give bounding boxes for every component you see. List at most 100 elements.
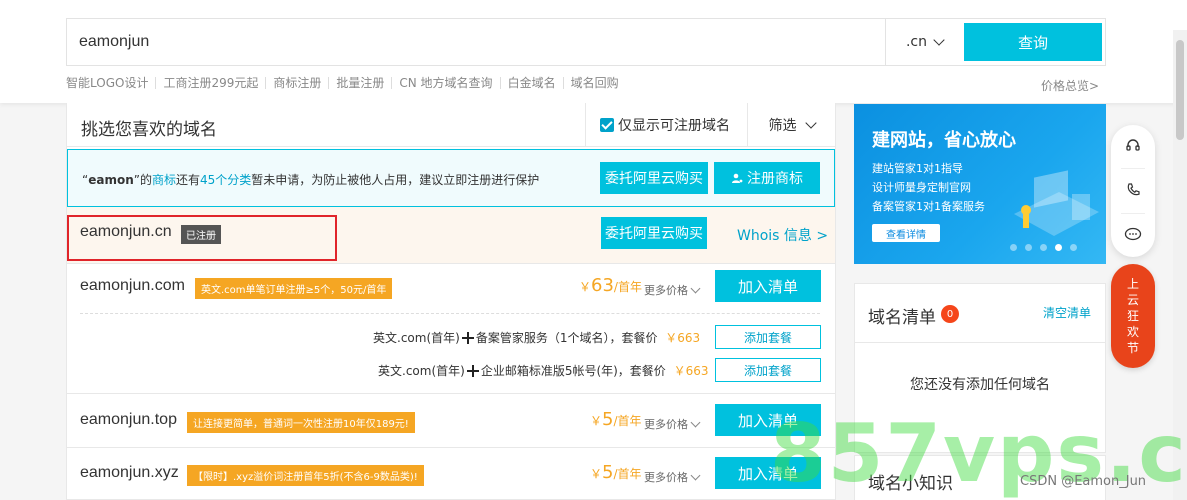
currency: ￥: [590, 414, 603, 428]
whois-link[interactable]: Whois 信息 >: [737, 225, 828, 245]
package-product: 英文.com(首年): [378, 364, 465, 378]
quick-link-logo[interactable]: 智能LOGO设计: [66, 77, 155, 89]
notice-text: “eamon”的商标还有45个分类暂未申请，为防止被他人占用，建议立即注册进行保…: [82, 171, 539, 188]
banner-line: 设计师量身定制官网: [872, 181, 971, 194]
price-value: 5: [602, 409, 614, 430]
package-desc: 企业邮箱标准版5帐号(年)，套餐价: [480, 364, 666, 378]
carousel-dot-active[interactable]: [1055, 244, 1062, 251]
clear-cart-link[interactable]: 清空清单: [1043, 304, 1091, 321]
package-desc: 备案管家服务（1个域名），套餐价: [475, 331, 658, 345]
row-divider: [67, 263, 835, 264]
currency: ￥: [579, 280, 592, 294]
notice-tail: 暂未申请，为防止被他人占用，建议立即注册进行保护: [251, 173, 540, 187]
results-title: 挑选您喜欢的域名: [81, 120, 217, 140]
add-package-button[interactable]: 添加套餐: [715, 358, 821, 382]
quick-link-buyback[interactable]: 域名回购: [562, 77, 626, 89]
register-trademark-button[interactable]: 注册商标: [714, 162, 820, 194]
chevron-down-icon: [690, 417, 701, 427]
available-only-label: 仅显示可注册域名: [618, 118, 730, 134]
quick-link-trademark[interactable]: 商标注册: [265, 77, 328, 89]
quick-link-business[interactable]: 工商注册299元起: [155, 77, 265, 89]
scrollbar-thumb[interactable]: [1176, 40, 1184, 140]
price: ￥63/首年: [579, 275, 642, 296]
more-price-toggle[interactable]: 更多价格: [644, 416, 701, 432]
quick-link-batch[interactable]: 批量注册: [328, 77, 391, 89]
notice-categories-link[interactable]: 45个分类: [200, 173, 251, 187]
chevron-down-icon: [933, 34, 945, 46]
promo-tag: 【限时】.xyz溢价词注册首年5折(不含6-9数品类)!: [187, 465, 424, 486]
banner-line: 建站管家1对1指导: [872, 162, 963, 175]
available-only-filter[interactable]: 仅显示可注册域名: [585, 103, 745, 147]
phone-button[interactable]: [1118, 175, 1148, 205]
chevron-down-icon: [690, 470, 701, 480]
quick-link-platinum[interactable]: 白金域名: [499, 77, 563, 89]
price-unit: /首年: [613, 467, 642, 481]
price-value: 63: [591, 275, 614, 296]
promo-tag: 英文.com单笔订单注册≥5个，50元/首年: [195, 278, 393, 299]
promo-char: 上: [1126, 277, 1139, 291]
carousel-dot[interactable]: [1040, 244, 1047, 251]
user-icon: [732, 173, 743, 183]
add-package-button[interactable]: 添加套餐: [715, 325, 821, 349]
checkbox-checked-icon[interactable]: [600, 118, 614, 132]
notice-keyword: eamon: [88, 173, 134, 187]
filter-label: 筛选: [768, 118, 797, 134]
domain-name: eamonjun.xyz: [80, 464, 179, 481]
banner-line: 备案管家1对1备案服务: [872, 200, 985, 213]
phone-icon: [1127, 183, 1140, 196]
currency: ￥: [590, 467, 603, 481]
package-product: 英文.com(首年): [373, 331, 460, 345]
search-input[interactable]: [79, 29, 869, 55]
domain-name: eamonjun.cn: [80, 223, 172, 240]
top-search-area: .cn 查询 智能LOGO设计 工商注册299元起 商标注册 批量注册 CN 地…: [0, 0, 1187, 103]
add-to-list-button[interactable]: 加入清单: [715, 270, 821, 302]
tool-separator: [1121, 168, 1145, 169]
quick-link-cn-local[interactable]: CN 地方域名查询: [391, 77, 499, 89]
more-price-label: 更多价格: [644, 284, 688, 297]
query-button[interactable]: 查询: [964, 23, 1102, 61]
suffix-value: .cn: [905, 34, 928, 50]
price-unit: /首年: [613, 280, 642, 294]
plus-icon: [466, 364, 479, 377]
promo-banner[interactable]: 建网站，省心放心 建站管家1对1指导 设计师量身定制官网 备案管家1对1备案服务…: [854, 104, 1106, 264]
more-price-toggle[interactable]: 更多价格: [644, 469, 701, 485]
server-illustration-icon: [1014, 170, 1099, 236]
price-unit: /首年: [613, 414, 642, 428]
carousel-dot[interactable]: [1070, 244, 1077, 251]
floating-toolbar: [1111, 125, 1155, 257]
package-offer: 英文.com(首年) 企业邮箱标准版5帐号(年)，套餐价 ￥663: [378, 362, 709, 379]
entrust-buy-button[interactable]: 委托阿里云购买: [600, 162, 708, 194]
registered-badge: 已注册: [181, 225, 221, 244]
filter-dropdown[interactable]: 筛选: [747, 103, 835, 147]
package-offer: 英文.com(首年) 备案管家服务（1个域名），套餐价 ￥663: [373, 329, 700, 346]
customer-service-button[interactable]: [1118, 131, 1148, 161]
suffix-select[interactable]: .cn: [885, 19, 963, 65]
more-price-label: 更多价格: [644, 471, 688, 484]
headset-icon: [1126, 139, 1140, 151]
carousel-dot[interactable]: [1010, 244, 1017, 251]
csdn-attribution: CSDN @Eamon_Jun: [1020, 474, 1147, 489]
cloud-festival-promo[interactable]: 上 云 狂 欢 节: [1111, 264, 1155, 368]
banner-details-button[interactable]: 查看详情: [872, 224, 940, 242]
promo-char: 云: [1126, 293, 1139, 307]
entrust-buy-button[interactable]: 委托阿里云购买: [601, 217, 707, 249]
promo-char: 欢: [1126, 325, 1139, 339]
chat-icon: [1124, 227, 1142, 241]
package-price: ￥663: [665, 331, 701, 345]
register-trademark-label: 注册商标: [747, 171, 803, 187]
domain-results-panel: 挑选您喜欢的域名 仅显示可注册域名 筛选 “eamon”的商标还有45个分类暂未…: [66, 103, 836, 500]
price-overview-link[interactable]: 价格总览>: [1041, 77, 1099, 94]
tool-separator: [1121, 213, 1145, 214]
feedback-button[interactable]: [1118, 219, 1148, 249]
more-price-label: 更多价格: [644, 418, 688, 431]
cart-count-badge: 0: [941, 305, 959, 323]
banner-carousel-dots: [1010, 244, 1077, 251]
row-divider: [67, 447, 835, 448]
banner-title: 建网站，省心放心: [872, 130, 1016, 151]
cart-title: 域名清单: [868, 308, 936, 328]
promo-char: 狂: [1126, 309, 1139, 323]
row-divider: [67, 393, 835, 394]
more-price-toggle[interactable]: 更多价格: [644, 282, 701, 298]
notice-trademark-link[interactable]: 商标: [152, 173, 176, 187]
carousel-dot[interactable]: [1025, 244, 1032, 251]
